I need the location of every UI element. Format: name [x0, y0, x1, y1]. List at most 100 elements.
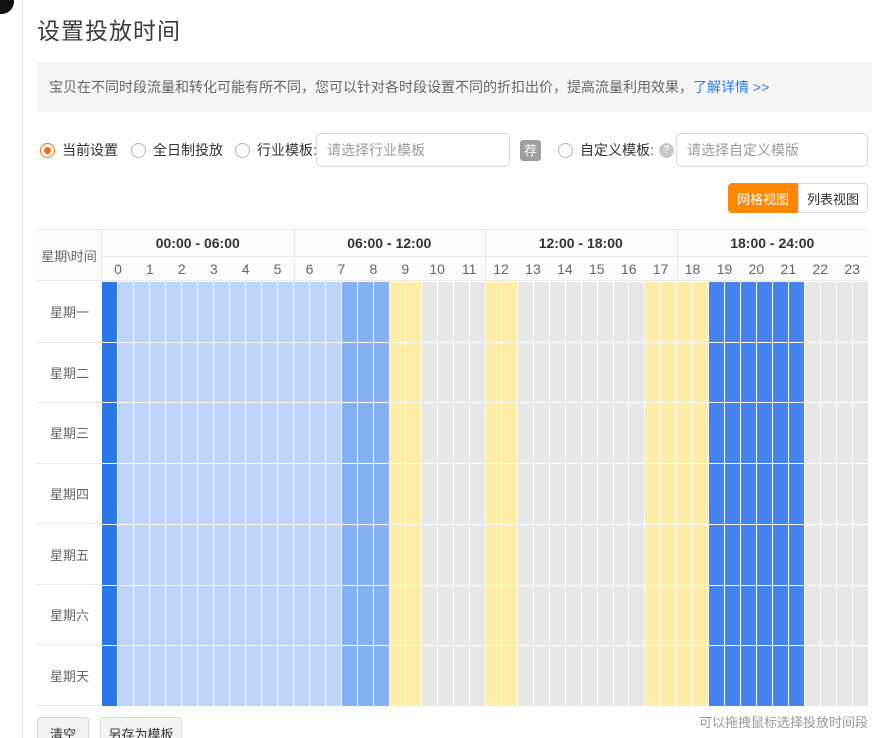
- weekday-label[interactable]: 星期二: [37, 343, 102, 404]
- timeslot-cell[interactable]: [470, 525, 486, 585]
- hour-header-cell[interactable]: 4: [230, 257, 262, 281]
- weekday-label[interactable]: 星期六: [37, 585, 102, 646]
- timeslot-cell[interactable]: [661, 403, 677, 463]
- timeslot-cell[interactable]: [805, 282, 821, 342]
- timeslot-cell[interactable]: [262, 282, 278, 342]
- timeslot-cell[interactable]: [214, 343, 230, 403]
- timeslot-cell[interactable]: [629, 525, 645, 585]
- hour-header-cell[interactable]: 10: [421, 257, 453, 281]
- timeslot-cell[interactable]: [645, 586, 661, 646]
- hour-header-cell[interactable]: 15: [581, 257, 613, 281]
- hour-header-cell[interactable]: 14: [549, 257, 581, 281]
- timeslot-cell[interactable]: [693, 525, 709, 585]
- timeslot-cell[interactable]: [566, 646, 582, 706]
- timeslot-cell[interactable]: [566, 282, 582, 342]
- timeslot-cell[interactable]: [598, 282, 614, 342]
- timeslot-cell[interactable]: [709, 525, 725, 585]
- timeslot-cell[interactable]: [390, 282, 406, 342]
- timeslot-cell[interactable]: [294, 525, 310, 585]
- timeslot-cell[interactable]: [709, 586, 725, 646]
- timeslot-cell[interactable]: [230, 646, 246, 706]
- timeslot-cell[interactable]: [629, 403, 645, 463]
- timeslot-cell[interactable]: [550, 282, 566, 342]
- timeslot-cell[interactable]: [789, 586, 805, 646]
- timeslot-cell[interactable]: [582, 403, 598, 463]
- timeslot-cell[interactable]: [677, 282, 693, 342]
- hour-header-cell[interactable]: 16: [613, 257, 645, 281]
- timeslot-cell[interactable]: [614, 403, 630, 463]
- timeslot-cell[interactable]: [773, 343, 789, 403]
- timeslot-cell[interactable]: [741, 464, 757, 524]
- radio-unselected-icon[interactable]: [235, 143, 250, 158]
- timeslot-cell[interactable]: [805, 464, 821, 524]
- learn-more-link[interactable]: 了解详情 >>: [693, 79, 769, 95]
- hour-header-cell[interactable]: 5: [262, 257, 294, 281]
- timeslot-cell[interactable]: [358, 282, 374, 342]
- timeslot-cell[interactable]: [661, 282, 677, 342]
- timeslot-cell[interactable]: [278, 464, 294, 524]
- timeslot-cell[interactable]: [166, 525, 182, 585]
- timeslot-cell[interactable]: [406, 586, 422, 646]
- timeslot-cell[interactable]: [693, 343, 709, 403]
- timeslot-cell[interactable]: [406, 525, 422, 585]
- timeslot-cell[interactable]: [821, 464, 837, 524]
- timeslot-cell[interactable]: [150, 403, 166, 463]
- timeslot-cell[interactable]: [182, 343, 198, 403]
- timeslot-cell[interactable]: [486, 343, 502, 403]
- timeslot-cell[interactable]: [102, 464, 118, 524]
- timeslot-cell[interactable]: [661, 646, 677, 706]
- timeslot-cell[interactable]: [118, 586, 134, 646]
- grid-view-button[interactable]: 网格视图: [728, 183, 798, 213]
- timeslot-cell[interactable]: [102, 282, 118, 342]
- timeslot-cell[interactable]: [198, 525, 214, 585]
- timeslot-cell[interactable]: [614, 343, 630, 403]
- timeslot-cell[interactable]: [470, 403, 486, 463]
- timeslot-cell[interactable]: [310, 646, 326, 706]
- timeslot-cell[interactable]: [853, 403, 868, 463]
- timeslot-cell[interactable]: [102, 343, 118, 403]
- timeslot-cell[interactable]: [518, 343, 534, 403]
- timeslot-cell[interactable]: [230, 282, 246, 342]
- timeslot-cell[interactable]: [502, 586, 518, 646]
- timeslot-cell[interactable]: [198, 646, 214, 706]
- timeslot-cell[interactable]: [789, 403, 805, 463]
- timeslot-cell[interactable]: [645, 343, 661, 403]
- hour-header-cell[interactable]: 22: [804, 257, 836, 281]
- timeslot-cell[interactable]: [150, 525, 166, 585]
- timeslot-cell[interactable]: [725, 282, 741, 342]
- weekday-label[interactable]: 星期五: [37, 524, 102, 585]
- timeslot-cell[interactable]: [821, 282, 837, 342]
- timeslot-cell[interactable]: [406, 464, 422, 524]
- timeslot-cell[interactable]: [837, 343, 853, 403]
- hour-header-cell[interactable]: 6: [294, 257, 326, 281]
- timeslot-cell[interactable]: [725, 525, 741, 585]
- timeslot-cell[interactable]: [326, 403, 342, 463]
- weekday-label[interactable]: 星期四: [37, 464, 102, 525]
- timeslot-cell[interactable]: [550, 464, 566, 524]
- timeslot-cell[interactable]: [645, 525, 661, 585]
- timeslot-cell[interactable]: [837, 403, 853, 463]
- timeslot-cell[interactable]: [422, 282, 438, 342]
- timeslot-cell[interactable]: [134, 343, 150, 403]
- timeslot-cell[interactable]: [342, 586, 358, 646]
- timeslot-cell[interactable]: [518, 586, 534, 646]
- timeslot-cell[interactable]: [358, 464, 374, 524]
- timeslot-cell[interactable]: [725, 464, 741, 524]
- hour-header-cell[interactable]: 13: [517, 257, 549, 281]
- timeslot-cell[interactable]: [438, 586, 454, 646]
- timeslot-cell[interactable]: [677, 586, 693, 646]
- timeslot-cell[interactable]: [789, 646, 805, 706]
- timeslot-cell[interactable]: [358, 525, 374, 585]
- timeslot-cell[interactable]: [661, 464, 677, 524]
- timeslot-cell[interactable]: [262, 646, 278, 706]
- timeslot-cell[interactable]: [693, 403, 709, 463]
- timeslot-cell[interactable]: [518, 403, 534, 463]
- timeslot-cell[interactable]: [326, 343, 342, 403]
- hour-header-cell[interactable]: 3: [198, 257, 230, 281]
- weekday-label[interactable]: 星期一: [37, 282, 102, 343]
- timeslot-cell[interactable]: [454, 282, 470, 342]
- timeslot-cell[interactable]: [534, 525, 550, 585]
- timeslot-cell[interactable]: [422, 525, 438, 585]
- timeslot-cell[interactable]: [102, 403, 118, 463]
- timeslot-cell[interactable]: [310, 282, 326, 342]
